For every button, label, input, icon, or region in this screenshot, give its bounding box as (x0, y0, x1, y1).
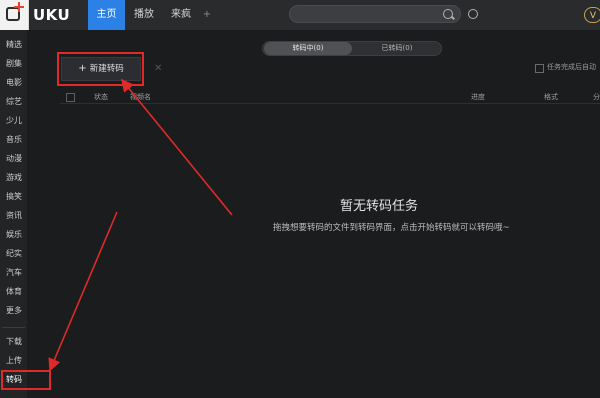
app-logo-icon[interactable] (0, 0, 29, 30)
tab-transcoded[interactable]: 已转码(0) (353, 42, 441, 55)
tab-play[interactable]: 播放 (128, 0, 160, 30)
vip-user-icon[interactable]: V (584, 7, 600, 23)
add-tab-button[interactable]: + (200, 0, 214, 30)
top-bar: UKU 主页 播放 来疯 + V (0, 0, 600, 30)
sidebar-divider (2, 327, 25, 328)
sidebar-item-games[interactable]: 游戏 (0, 171, 27, 185)
sidebar-item-variety[interactable]: 综艺 (0, 95, 27, 109)
sidebar-item-kids[interactable]: 少儿 (0, 114, 27, 128)
highlight-new-transcode (57, 52, 144, 86)
sidebar-item-funny[interactable]: 搞笑 (0, 190, 27, 204)
select-all-checkbox[interactable] (66, 93, 75, 102)
sidebar-item-upload[interactable]: 上传 (0, 354, 27, 368)
tab-home[interactable]: 主页 (88, 0, 125, 30)
sidebar-item-series[interactable]: 剧集 (0, 57, 27, 71)
highlight-transcode-nav (1, 370, 51, 390)
search-input[interactable] (289, 5, 461, 23)
logo-plus-icon (14, 2, 24, 12)
sidebar-item-news[interactable]: 资讯 (0, 209, 27, 223)
search-icon[interactable] (443, 9, 453, 19)
history-clock-icon[interactable] (468, 9, 478, 19)
tab-transcoding[interactable]: 转码中(0) (264, 42, 352, 55)
sidebar: 精选 剧集 电影 综艺 少儿 音乐 动漫 游戏 搞笑 资讯 娱乐 纪实 汽车 体… (0, 30, 27, 398)
clear-icon[interactable]: ✕ (154, 63, 162, 74)
tab-laifeng[interactable]: 来疯 (165, 0, 197, 30)
sidebar-item-download[interactable]: 下载 (0, 335, 27, 349)
empty-state-title: 暂无转码任务 (340, 199, 419, 214)
column-format: 格式 (544, 93, 558, 101)
auto-action-label: 任务完成后自动 (547, 63, 596, 71)
sidebar-item-entertainment[interactable]: 娱乐 (0, 228, 27, 242)
column-video-name: 视频名 (130, 93, 151, 101)
sidebar-item-sports[interactable]: 体育 (0, 285, 27, 299)
auto-action-checkbox[interactable] (535, 64, 544, 73)
transcode-status-toggle: 转码中(0) 已转码(0) (262, 41, 442, 56)
sidebar-item-documentary[interactable]: 纪实 (0, 247, 27, 261)
column-extra: 分 (593, 93, 600, 101)
sidebar-item-movies[interactable]: 电影 (0, 76, 27, 90)
sidebar-item-music[interactable]: 音乐 (0, 133, 27, 147)
sidebar-item-auto[interactable]: 汽车 (0, 266, 27, 280)
app-logo-text: UKU (33, 6, 71, 24)
sidebar-item-anime[interactable]: 动漫 (0, 152, 27, 166)
column-status: 状态 (94, 93, 108, 101)
empty-state-description: 拖拽想要转码的文件到转码界面，点击开始转码就可以转码哦~ (273, 223, 510, 233)
sidebar-item-more[interactable]: 更多 (0, 304, 27, 318)
task-table-header: 状态 视频名 进度 格式 分 (60, 91, 600, 104)
sidebar-item-featured[interactable]: 精选 (0, 38, 27, 52)
column-progress: 进度 (471, 93, 485, 101)
